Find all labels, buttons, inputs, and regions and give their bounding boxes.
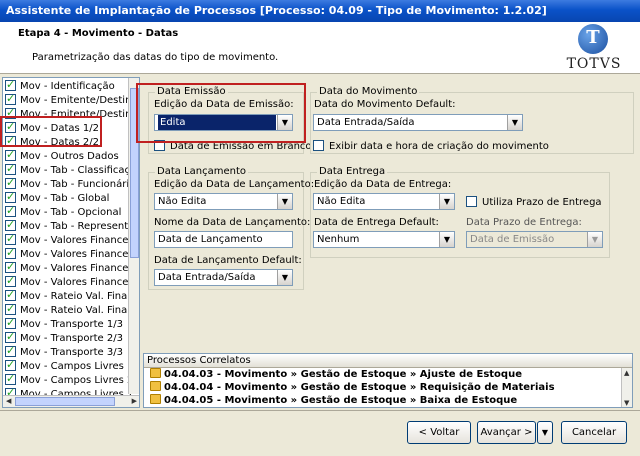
button-bar: < Voltar Avançar > ▼ Cancelar [0, 410, 640, 456]
checked-icon [5, 80, 16, 92]
list-item[interactable]: Mov - Valores Financeiro [5, 276, 133, 290]
movimento-default-select[interactable]: Data Entrada/Saída ▼ [313, 114, 523, 131]
chevron-down-icon: ▼ [587, 232, 602, 247]
highlight-annotation [0, 116, 102, 147]
list-item[interactable]: Mov - Rateio Val. Financ [5, 290, 133, 304]
wizard-window: Assistente de Implantação de Processos [… [0, 0, 640, 456]
checked-icon [5, 192, 16, 204]
list-item[interactable]: 04.04.03 - Movimento » Gestão de Estoque… [144, 368, 632, 381]
entrega-default-label: Data de Entrega Default: [314, 217, 439, 228]
horizontal-scrollbar[interactable]: ◀ ▶ [3, 395, 139, 407]
scroll-up-icon[interactable]: ▲ [624, 369, 629, 377]
logo-text: TOTVS [566, 56, 622, 72]
list-item[interactable]: Mov - Tab - Funcionário [5, 178, 133, 192]
edicao-lancamento-label: Edição da Data de Lançamento: [154, 179, 315, 190]
wizard-header: Etapa 4 - Movimento - Datas Parametrizaç… [0, 22, 640, 74]
step-description: Parametrização das datas do tipo de movi… [32, 52, 279, 63]
edicao-entrega-label: Edição da Data de Entrega: [314, 179, 452, 190]
related-processes-panel: Processos Correlatos 04.04.03 - Moviment… [143, 353, 633, 408]
nome-lancamento-label: Nome da Data de Lançamento: [154, 217, 311, 228]
highlight-annotation [136, 83, 306, 143]
edicao-entrega-select[interactable]: Não Edita ▼ [313, 193, 455, 210]
checked-icon [5, 164, 16, 176]
window-title: Assistente de Implantação de Processos [… [0, 0, 640, 22]
list-item[interactable]: Mov - Tab - Opcional [5, 206, 133, 220]
chevron-down-icon[interactable]: ▼ [439, 232, 454, 247]
totvs-logo: T TOTVS [562, 24, 632, 74]
vertical-scrollbar[interactable]: ▲ ▼ [621, 368, 632, 407]
step-title: Etapa 4 - Movimento - Datas [18, 28, 179, 39]
process-icon [150, 394, 161, 404]
checked-icon [5, 206, 16, 218]
list-item[interactable]: Mov - Tab - Global [5, 192, 133, 206]
checked-icon [5, 178, 16, 190]
lancamento-default-select[interactable]: Data Entrada/Saída ▼ [154, 269, 293, 286]
checked-icon [5, 150, 16, 162]
utiliza-prazo-checkbox[interactable]: Utiliza Prazo de Entrega [466, 196, 602, 208]
edicao-lancamento-select[interactable]: Não Edita ▼ [154, 193, 293, 210]
checked-icon [5, 304, 16, 316]
process-icon [150, 381, 161, 391]
checked-icon [5, 94, 16, 106]
checked-icon [5, 318, 16, 330]
checked-icon [5, 346, 16, 358]
list-item[interactable]: Mov - Campos Livres 1/2 [5, 360, 133, 374]
checked-icon [5, 360, 16, 372]
nome-lancamento-input[interactable]: Data de Lançamento [154, 231, 293, 248]
exibir-data-hora-checkbox[interactable]: Exibir data e hora de criação do movimen… [313, 140, 549, 152]
checked-icon [5, 276, 16, 288]
list-item[interactable]: Mov - Tab - Classificação [5, 164, 133, 178]
back-button[interactable]: < Voltar [407, 421, 471, 444]
list-item[interactable]: Mov - Transporte 1/3 [5, 318, 133, 332]
chevron-down-icon[interactable]: ▼ [439, 194, 454, 209]
chevron-down-icon[interactable]: ▼ [277, 194, 292, 209]
process-icon [150, 368, 161, 378]
chevron-down-icon[interactable]: ▼ [277, 270, 292, 285]
list-item[interactable]: Mov - Outros Dados [5, 150, 133, 164]
checked-icon [5, 290, 16, 302]
list-item[interactable]: Mov - Emitente/Destinat [5, 94, 133, 108]
scroll-down-icon[interactable]: ▼ [624, 399, 629, 407]
chevron-down-icon: ▼ [541, 428, 549, 437]
list-item[interactable]: Mov - Valores Financeiro [5, 262, 133, 276]
cancel-button[interactable]: Cancelar [561, 421, 627, 444]
list-item[interactable]: Mov - Transporte 3/3 [5, 346, 133, 360]
checked-icon [5, 248, 16, 260]
checked-icon [5, 262, 16, 274]
related-processes-title: Processos Correlatos [144, 354, 632, 368]
list-item[interactable]: 04.04.05 - Movimento » Gestão de Estoque… [144, 394, 632, 407]
checked-icon [5, 234, 16, 246]
scroll-left-icon[interactable]: ◀ [6, 397, 11, 405]
list-item[interactable]: Mov - Valores Financeiro [5, 234, 133, 248]
lancamento-default-label: Data de Lançamento Default: [154, 255, 302, 266]
list-item[interactable]: Mov - Rateio Val. Financ [5, 304, 133, 318]
checked-icon [5, 332, 16, 344]
list-item[interactable]: Mov - Tab - Representar [5, 220, 133, 234]
list-item[interactable]: Mov - Identificação [5, 80, 133, 94]
prazo-entrega-select: Data de Emissão ▼ [466, 231, 603, 248]
scroll-right-icon[interactable]: ▶ [132, 397, 137, 405]
entrega-default-select[interactable]: Nenhum ▼ [313, 231, 455, 248]
next-button[interactable]: Avançar > [477, 421, 536, 444]
list-item[interactable]: Mov - Valores Financeiro [5, 248, 133, 262]
chevron-down-icon[interactable]: ▼ [507, 115, 522, 130]
movimento-default-label: Data do Movimento Default: [314, 99, 456, 110]
checked-icon [5, 374, 16, 386]
prazo-entrega-label: Data Prazo de Entrega: [466, 217, 582, 228]
checked-icon [5, 220, 16, 232]
list-item[interactable]: 04.04.04 - Movimento » Gestão de Estoque… [144, 381, 632, 394]
list-item[interactable]: Mov - Transporte 2/3 [5, 332, 133, 346]
list-item[interactable]: Mov - Campos Livres 2/2 [5, 374, 133, 388]
next-dropdown-button[interactable]: ▼ [537, 421, 553, 444]
scrollbar-thumb[interactable] [15, 397, 115, 406]
